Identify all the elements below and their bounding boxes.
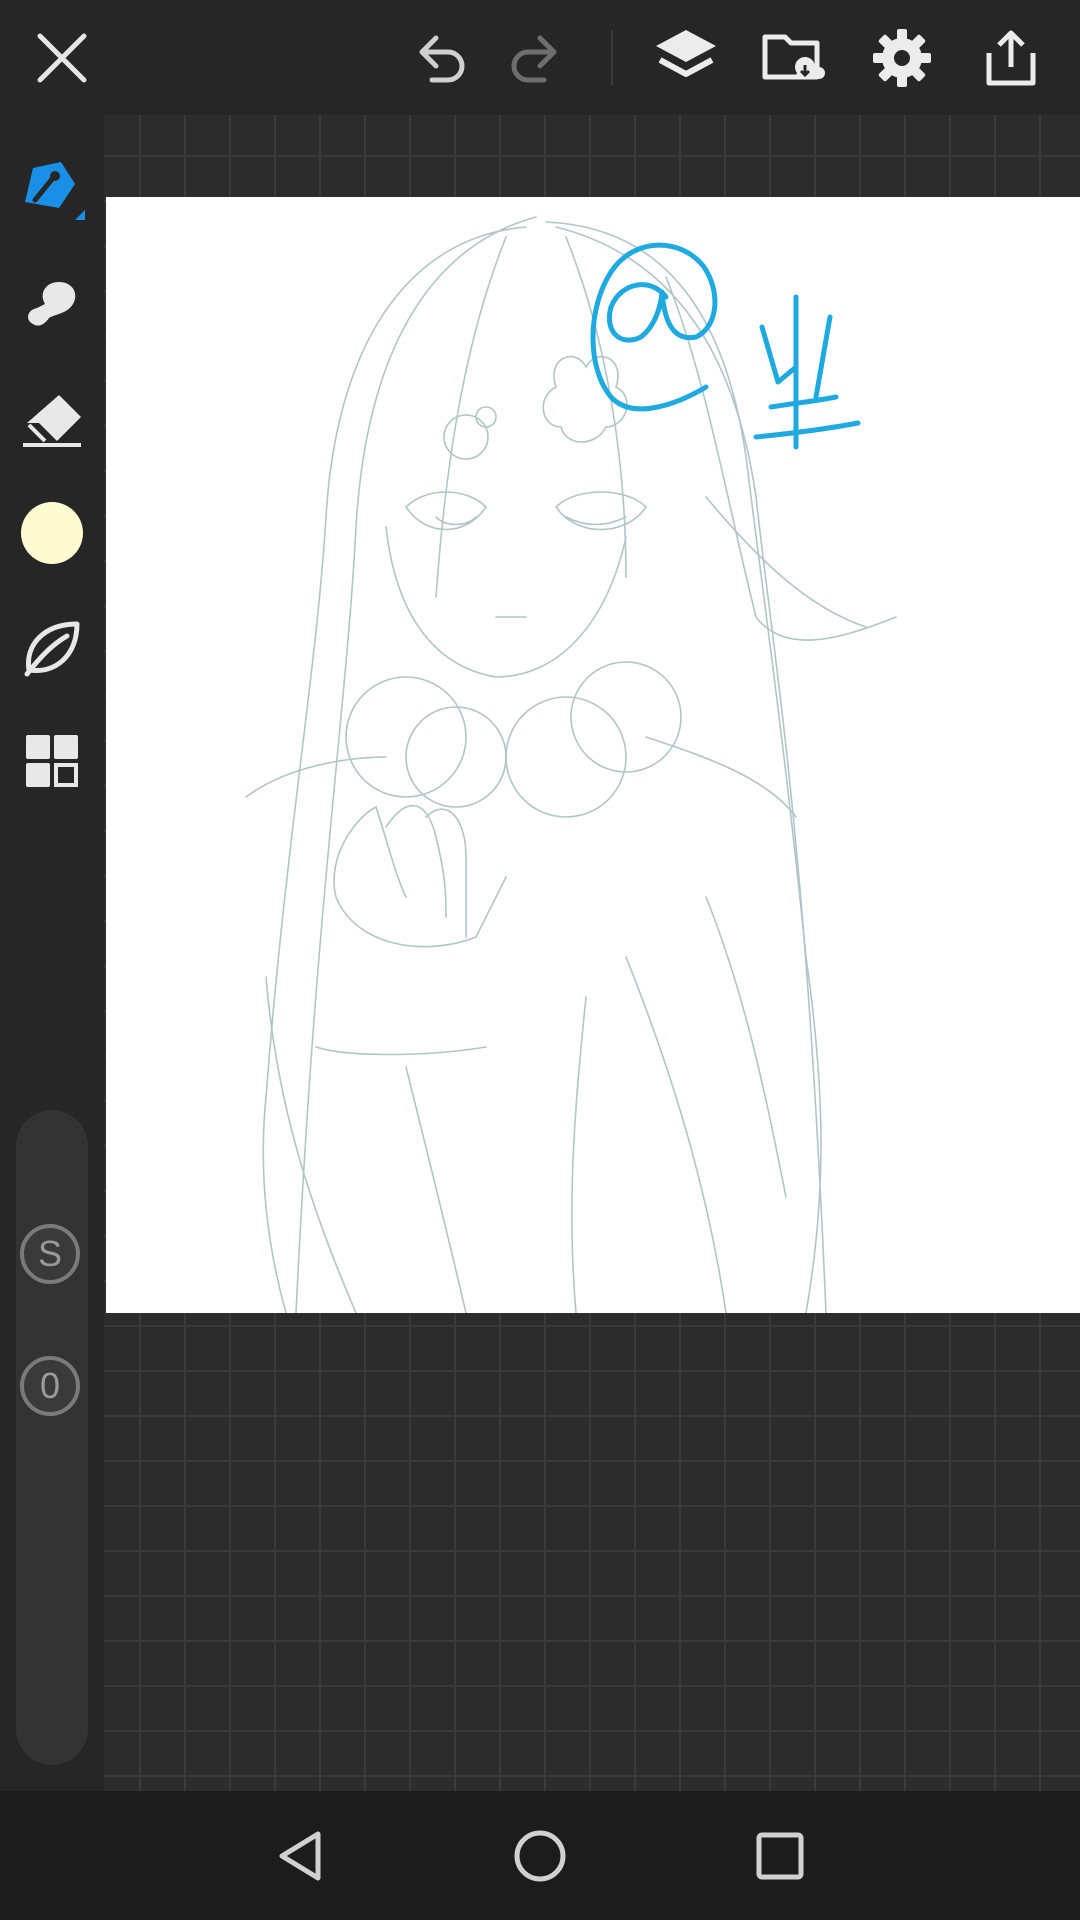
brush-slider-track[interactable] xyxy=(16,1110,88,1765)
recents-button[interactable] xyxy=(735,1811,825,1901)
close-button[interactable] xyxy=(22,18,102,98)
pen-tool-button[interactable] xyxy=(10,147,94,231)
share-icon xyxy=(986,30,1036,86)
brush-size-knob[interactable]: S xyxy=(20,1224,80,1284)
redo-icon xyxy=(511,35,557,83)
leaf-icon xyxy=(24,621,80,677)
sketch-artwork xyxy=(245,216,897,1313)
brush-size-label: S xyxy=(37,1233,62,1274)
undo-button[interactable] xyxy=(400,18,480,98)
eraser-tool-button[interactable] xyxy=(10,377,94,461)
current-color-swatch xyxy=(21,502,83,564)
folder-icon xyxy=(762,34,825,80)
home-icon xyxy=(514,1830,566,1882)
brush-library-button[interactable] xyxy=(10,605,94,689)
brush-opacity-knob[interactable]: 0 xyxy=(20,1356,80,1416)
system-navigation-bar xyxy=(0,1791,1080,1920)
smudge-icon xyxy=(28,282,76,326)
tool-sidebar: S 0 xyxy=(0,115,104,1791)
eraser-icon xyxy=(23,395,81,447)
layers-button[interactable] xyxy=(646,18,726,98)
home-button[interactable] xyxy=(495,1811,585,1901)
undo-icon xyxy=(419,35,465,83)
layers-icon xyxy=(656,30,716,77)
brush-opacity-label: 0 xyxy=(39,1365,61,1406)
back-button[interactable] xyxy=(255,1811,345,1901)
recents-icon xyxy=(756,1832,804,1880)
export-button[interactable] xyxy=(971,18,1051,98)
toolbar-divider xyxy=(611,30,613,85)
back-icon xyxy=(279,1831,321,1881)
grid-icon xyxy=(26,735,78,787)
close-icon xyxy=(37,33,87,83)
settings-button[interactable] xyxy=(862,18,942,98)
drawing-canvas[interactable] xyxy=(106,197,1080,1313)
gallery-button[interactable] xyxy=(754,18,834,98)
redo-button[interactable] xyxy=(496,18,576,98)
top-toolbar xyxy=(0,0,1080,115)
materials-button[interactable] xyxy=(10,719,94,803)
pen-icon xyxy=(25,162,85,220)
color-picker-button[interactable] xyxy=(10,491,94,575)
gear-icon xyxy=(873,29,931,87)
smudge-tool-button[interactable] xyxy=(10,263,94,347)
